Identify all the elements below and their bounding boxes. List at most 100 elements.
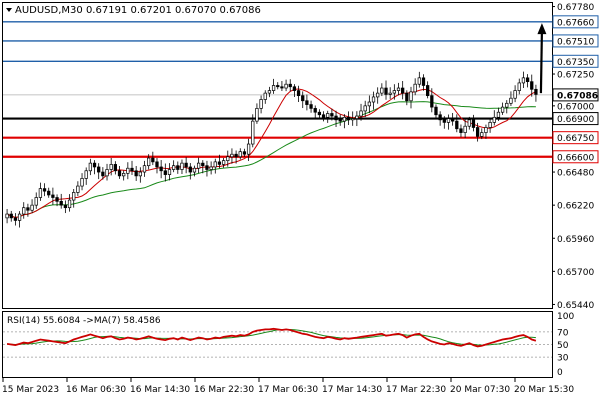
price-label: 0.66220 [557, 202, 594, 212]
candle-body [163, 170, 167, 175]
chart-header: AUDUSD,M30 0.67191 0.67201 0.67070 0.670… [6, 5, 261, 16]
price-label: 0.67780 [557, 3, 594, 13]
candle-body [109, 164, 113, 170]
candle-body [113, 164, 117, 172]
candle-body [446, 118, 451, 123]
main-pane-frame [2, 2, 553, 309]
candle-body [392, 90, 396, 94]
candle-body [126, 167, 130, 174]
candle-body [209, 166, 213, 170]
candle-body [147, 157, 151, 167]
rsi-axis-label: 0 [557, 368, 563, 378]
price-label: 0.66900 [557, 115, 594, 125]
candle-body [246, 143, 251, 155]
candle-body [330, 113, 334, 117]
candle-body [367, 101, 371, 107]
candle-body [263, 92, 267, 100]
chart-canvas[interactable]: 0.67780 0.67660 0.67510 0.67350 0.67250 0.670… [0, 0, 600, 400]
candle-body [242, 151, 247, 155]
candle-body [180, 162, 184, 170]
candle-body [351, 118, 355, 121]
candle-body [101, 171, 105, 177]
candle-body [159, 166, 163, 172]
candle-body [463, 125, 467, 133]
candle-body [47, 190, 51, 196]
candle-body [230, 153, 234, 158]
candle-body [188, 166, 192, 173]
price-label: 0.66750 [557, 134, 594, 144]
rsi-axis-label: 30 [557, 354, 569, 364]
price-label: 0.66480 [557, 169, 594, 179]
time-label: 17 Mar 14:30 [322, 385, 382, 395]
candle-body [26, 207, 30, 211]
candle-body [480, 132, 484, 137]
candle-body [84, 170, 88, 179]
price-label: 0.65960 [557, 235, 594, 245]
candle-body [488, 122, 492, 128]
candle-body [142, 165, 147, 173]
candle-body [55, 197, 59, 202]
candle-body [421, 77, 426, 86]
price-label: 0.66600 [557, 153, 594, 163]
candle-body [221, 160, 226, 165]
candle-body [251, 120, 255, 145]
candle-body [401, 87, 405, 94]
candle-body [67, 199, 72, 209]
candle-body [97, 166, 101, 173]
candle-body [271, 85, 276, 91]
rsi-header: RSI(14) 55.6084 ->MA(7) 58.4586 [7, 316, 161, 326]
candle-body [459, 128, 463, 133]
candle-body [313, 108, 317, 113]
arrow-shaft [539, 31, 544, 94]
candle-body [396, 87, 401, 91]
candle-body [130, 167, 134, 172]
candle-body [450, 118, 455, 122]
time-label: 16 Mar 22:30 [194, 385, 254, 395]
candle-body [409, 91, 413, 102]
candle-body [88, 162, 93, 172]
candle-body [284, 83, 288, 89]
time-label: 17 Mar 22:30 [386, 385, 446, 395]
candle-body [525, 77, 530, 83]
candle-body [30, 204, 34, 211]
price-label: 0.67510 [557, 37, 594, 47]
candle-body [530, 81, 534, 90]
candle-body [434, 106, 438, 116]
candle-body [42, 188, 47, 192]
rsi-axis-label: 70 [557, 328, 569, 338]
candle-body [359, 110, 363, 117]
candle-body [471, 119, 476, 128]
price-axis: 0.67780 0.67660 0.67510 0.67350 0.67250 0.670… [552, 3, 599, 311]
rsi-axis-label: 50 [557, 341, 569, 351]
candle-body [34, 197, 38, 206]
time-label: 15 Mar 2023 [2, 385, 59, 395]
candle-body [355, 115, 359, 119]
candle-body [134, 170, 138, 177]
price-label: 0.67350 [557, 58, 594, 68]
candle-body [117, 170, 122, 177]
candle-body [238, 151, 242, 158]
candle-body [155, 161, 159, 168]
candle-body [255, 108, 259, 122]
candle-body [196, 162, 201, 169]
candle-body [509, 97, 513, 104]
candle-body [184, 162, 188, 168]
candle-body [305, 100, 309, 105]
candle-body [280, 86, 284, 89]
candle-body [321, 114, 326, 118]
candle-body [513, 90, 517, 99]
price-label: 0.67086 [557, 91, 598, 101]
candle-body [17, 213, 22, 221]
candle-body [426, 85, 430, 97]
candle-body [505, 102, 509, 108]
candle-body [92, 162, 97, 168]
price-chart[interactable]: 0.67780 0.67660 0.67510 0.67350 0.67250 0.670… [0, 0, 600, 400]
candle-body [500, 106, 505, 113]
candle-body [176, 165, 180, 170]
candle-body [496, 111, 501, 118]
candle-body [38, 188, 43, 198]
candle-body [376, 92, 380, 98]
candle-body [213, 161, 217, 168]
candle-body [201, 162, 205, 167]
candle-body [363, 105, 367, 112]
